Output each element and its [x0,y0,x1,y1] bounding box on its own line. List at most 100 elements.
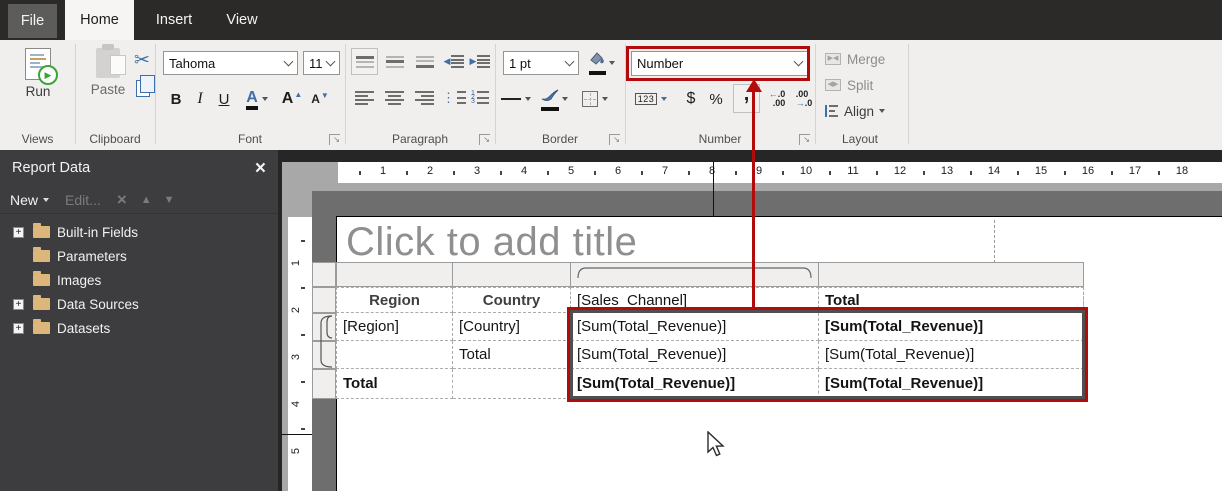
table-cell[interactable]: [Sum(Total_Revenue)] [571,313,819,341]
number-format-gallery-button[interactable]: 123 [632,86,670,112]
column-handle[interactable] [452,262,571,287]
tab-home[interactable]: Home [65,0,134,40]
decrease-decimals-button[interactable]: ←.0.00 [764,84,790,113]
tree-item-built-in-fields[interactable]: + Built-in Fields [0,220,278,244]
ruler-number: 2 [427,165,433,177]
bold-button[interactable]: B [165,86,187,112]
chevron-down-icon[interactable] [43,198,49,202]
underline-button[interactable]: U [213,86,235,112]
tab-view[interactable]: View [214,0,270,40]
tab-insert[interactable]: Insert [142,0,206,40]
decrease-indent-button[interactable]: ◀ [442,48,466,75]
tree-item-data-sources[interactable]: + Data Sources [0,292,278,316]
layout-group-label: Layout [815,132,905,146]
grow-font-button[interactable]: A ▲ [279,86,305,112]
delete-icon[interactable]: × [117,190,127,210]
fill-color-button[interactable] [585,49,619,77]
ruler-number: 5 [568,165,574,177]
title-placeholder-box[interactable]: Click to add title [346,220,995,263]
ruler-tick [547,171,549,175]
tree-item-parameters[interactable]: Parameters [0,244,278,268]
tree-item-datasets[interactable]: + Datasets [0,316,278,340]
align-right-button[interactable] [411,84,438,111]
table-cell[interactable] [336,341,453,369]
paste-button[interactable]: Paste [83,48,133,97]
folder-icon [33,298,50,310]
shrink-font-button[interactable]: A ▼ [307,86,333,112]
table-header-cell[interactable]: Region [336,287,453,313]
cut-button[interactable]: ✂ [129,48,155,72]
number-dialog-launcher[interactable]: ↘ [799,134,810,145]
border-width-value: 1 pt [509,56,566,71]
table-cell[interactable]: Total [336,369,453,399]
column-handle[interactable] [818,262,1084,287]
expand-icon[interactable]: + [13,299,24,310]
font-color-button[interactable]: A [241,86,273,112]
tablix-corner-handle[interactable] [312,262,336,287]
tree-item-label: Parameters [57,249,127,264]
font-family-select[interactable]: Tahoma [163,51,298,75]
table-header-cell[interactable]: Total [819,287,1084,313]
currency-button[interactable]: $ [681,86,701,112]
row-handle[interactable] [312,369,336,399]
expand-icon[interactable]: + [13,227,24,238]
move-down-icon[interactable]: ▼ [164,194,175,206]
table-cell[interactable]: [Sum(Total_Revenue)] [819,341,1084,369]
italic-button[interactable]: I [190,86,210,112]
percent-button[interactable]: % [705,86,727,112]
thousands-separator-button[interactable]: , [733,84,760,113]
table-cell[interactable]: [Sum(Total_Revenue)] [571,369,819,399]
new-button[interactable]: New [10,192,38,208]
font-size-select[interactable]: 11 [303,51,340,75]
row-handle[interactable] [312,287,336,313]
table-cell[interactable] [453,369,571,399]
edit-button[interactable]: Edit... [65,192,101,208]
font-dialog-launcher[interactable]: ↘ [329,134,340,145]
column-handle[interactable] [336,262,453,287]
bullets-button[interactable]: ⋮ [442,84,466,111]
table-header-cell[interactable]: Country [453,287,571,313]
align-bottom-button[interactable] [411,48,438,75]
copy-button[interactable] [131,76,155,100]
number-format-select[interactable]: Number [631,51,808,76]
table-cell[interactable]: [Country] [453,313,571,341]
align-menu-button[interactable]: Align [825,100,905,122]
move-up-icon[interactable]: ▲ [141,194,152,206]
increase-indent-button[interactable]: ▶ [468,48,492,75]
chevron-down-icon [565,56,575,66]
tab-file[interactable]: File [8,4,57,38]
panel-close-icon[interactable]: × [255,159,266,178]
run-button[interactable]: ▶ Run [9,48,67,99]
table-cell[interactable]: [Sum(Total_Revenue)] [819,313,1084,341]
table-cell[interactable]: Total [453,341,571,369]
border-dialog-launcher[interactable]: ↘ [609,134,620,145]
borders-button[interactable] [577,86,613,112]
border-width-select[interactable]: 1 pt [503,51,579,75]
table-cell[interactable]: [Sum(Total_Revenue)] [571,341,819,369]
align-middle-button[interactable] [381,48,408,75]
table-header-cell[interactable]: [Sales_Channel] [571,287,819,313]
align-left-button[interactable] [351,84,378,111]
chevron-down-icon [609,61,615,65]
paragraph-dialog-launcher[interactable]: ↘ [479,134,490,145]
align-top-icon [356,56,374,68]
expand-icon[interactable]: + [13,323,24,334]
ruler-tick [641,171,643,175]
ruler-number: 17 [1129,165,1141,177]
align-top-button[interactable] [351,48,378,75]
merge-button[interactable]: ▶◀ Merge [825,48,901,70]
chevron-down-icon [794,57,804,67]
tree-item-images[interactable]: Images [0,268,278,292]
font-color-icon: A [246,89,258,110]
border-style-button[interactable] [499,86,533,112]
split-button[interactable]: ◀▶ Split [825,74,901,96]
table-cell[interactable]: [Sum(Total_Revenue)] [819,369,1084,399]
border-color-button[interactable] [537,86,571,112]
table-cell[interactable]: [Region] [336,313,453,341]
numbering-button[interactable]: 123 [468,84,492,111]
increase-decimals-button[interactable]: .00→.0 [791,84,817,113]
group-border: 1 pt [495,40,625,150]
ruler-tick [829,171,831,175]
align-center-button[interactable] [381,84,408,111]
split-cells-icon: ◀▶ [825,79,841,91]
